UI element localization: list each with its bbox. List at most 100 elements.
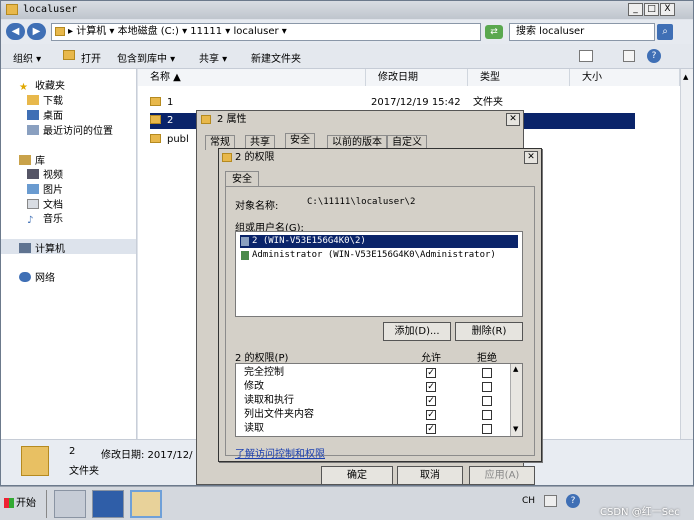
permission-row: 读取 ✓: [244, 422, 504, 436]
permission-row: 读取和执行 ✓: [244, 394, 504, 408]
go-icon[interactable]: ⇄: [485, 25, 503, 39]
permission-row: 列出文件夹内容 ✓: [244, 408, 504, 422]
title-bar[interactable]: localuser _ □ X: [1, 1, 693, 19]
nav-music[interactable]: ♪ 音乐: [27, 210, 63, 226]
powershell-icon[interactable]: [92, 490, 124, 518]
tab-security[interactable]: 安全: [225, 171, 259, 187]
column-name[interactable]: 名称 ▲: [138, 69, 366, 86]
allow-checkbox[interactable]: ✓: [426, 424, 436, 434]
search-input[interactable]: 搜索 localuser: [509, 23, 655, 41]
explorer-taskbar-icon[interactable]: [130, 490, 162, 518]
minimize-button[interactable]: _: [628, 3, 643, 16]
documents-icon: [27, 199, 39, 209]
input-language[interactable]: CH: [522, 496, 535, 506]
deny-header: 拒绝: [477, 353, 497, 364]
admin-user-icon: [241, 251, 249, 260]
watermark: CSDN @红一Sec: [600, 507, 680, 518]
object-name-value: C:\11111\localuser\2: [307, 197, 416, 207]
properties-title: 2 属性: [217, 114, 247, 125]
nav-favorites[interactable]: ★ 收藏夹: [19, 77, 65, 93]
address-path: ▸ 计算机 ▾ 本地磁盘 (C:) ▾ 11111 ▾ localuser ▾: [68, 26, 287, 37]
cancel-button[interactable]: 取消: [397, 466, 463, 485]
deny-checkbox[interactable]: [482, 410, 492, 420]
folder-icon: [55, 27, 65, 36]
new-folder-button[interactable]: 新建文件夹: [251, 50, 301, 65]
folder-icon: [150, 115, 161, 124]
navigation-pane: ★ 收藏夹 下载 桌面 最近访问的位置 库 视频 图片 文档 ♪ 音乐 计算机 网络: [1, 69, 137, 439]
share-button[interactable]: 共享 ▾: [199, 50, 227, 65]
nav-network[interactable]: 网络: [19, 269, 55, 284]
help-tray-icon[interactable]: ?: [566, 494, 580, 508]
permissions-dialog: 2 的权限 ✕ 安全 对象名称: C:\11111\localuser\2 组或…: [218, 148, 542, 462]
object-name-label: 对象名称:: [235, 201, 279, 212]
add-button[interactable]: 添加(D)...: [383, 322, 451, 341]
close-button[interactable]: X: [660, 3, 675, 16]
nav-recent[interactable]: 最近访问的位置: [27, 122, 113, 137]
address-input[interactable]: ▸ 计算机 ▾ 本地磁盘 (C:) ▾ 11111 ▾ localuser ▾: [51, 23, 481, 41]
column-date[interactable]: 修改日期: [366, 69, 468, 86]
scroll-up-icon[interactable]: ▲: [513, 365, 518, 373]
keyboard-icon[interactable]: [544, 495, 557, 507]
preview-pane-icon[interactable]: [623, 50, 635, 62]
column-size[interactable]: 大小: [570, 69, 680, 86]
search-icon[interactable]: ⌕: [657, 24, 673, 40]
deny-checkbox[interactable]: [482, 382, 492, 392]
address-bar-row: ◀ ▶ ▸ 计算机 ▾ 本地磁盘 (C:) ▾ 11111 ▾ localuse…: [1, 20, 693, 44]
taskbar: 开始 CH ? CSDN @红一Sec: [0, 486, 694, 520]
start-button[interactable]: 开始: [2, 492, 40, 516]
libraries-icon: [19, 155, 31, 165]
properties-close-button[interactable]: ✕: [506, 113, 520, 126]
ok-button[interactable]: 确定: [321, 466, 393, 485]
maximize-button[interactable]: □: [644, 3, 659, 16]
nav-pictures[interactable]: 图片: [27, 181, 63, 196]
nav-computer[interactable]: 计算机: [19, 240, 65, 255]
nav-documents[interactable]: 文档: [27, 196, 63, 211]
recent-places-icon: [27, 125, 39, 135]
windows-logo-icon: [4, 498, 14, 508]
permission-row: 修改 ✓: [244, 380, 504, 394]
details-name: 2: [69, 446, 76, 457]
allow-checkbox[interactable]: ✓: [426, 396, 436, 406]
nav-downloads[interactable]: 下载: [27, 92, 63, 107]
computer-icon: [19, 243, 31, 253]
command-toolbar: 组织 ▾ 打开 包含到库中 ▾ 共享 ▾ 新建文件夹 ?: [1, 44, 693, 69]
open-button[interactable]: 打开: [81, 50, 101, 65]
folder-icon: [150, 134, 161, 143]
downloads-icon: [27, 95, 39, 105]
deny-checkbox[interactable]: [482, 368, 492, 378]
organize-button[interactable]: 组织 ▾: [13, 50, 41, 65]
allow-checkbox[interactable]: ✓: [426, 382, 436, 392]
remove-button[interactable]: 删除(R): [455, 322, 523, 341]
include-library-button[interactable]: 包含到库中 ▾: [117, 50, 175, 65]
group-item-selected[interactable]: 2 (WIN-V53E156G4K0\2): [240, 235, 518, 248]
allow-checkbox[interactable]: ✓: [426, 410, 436, 420]
taskbar-divider: [46, 490, 47, 518]
scroll-down-icon[interactable]: ▼: [513, 425, 518, 433]
column-type[interactable]: 类型: [468, 69, 570, 86]
permissions-label: 2 的权限(P): [235, 353, 289, 364]
group-list: 2 (WIN-V53E156G4K0\2) Administrator (WIN…: [235, 231, 523, 317]
scroll-up-icon[interactable]: ▲: [683, 73, 688, 81]
desktop-icon: [27, 110, 39, 120]
nav-videos[interactable]: 视频: [27, 166, 63, 181]
deny-checkbox[interactable]: [482, 424, 492, 434]
permissions-close-button[interactable]: ✕: [524, 151, 538, 164]
permissions-scrollbar[interactable]: ▲ ▼: [510, 364, 522, 436]
view-options-icon[interactable]: [579, 50, 593, 62]
group-item[interactable]: Administrator (WIN-V53E156G4K0\Administr…: [240, 249, 518, 262]
forward-button[interactable]: ▶: [27, 23, 46, 40]
allow-checkbox[interactable]: ✓: [426, 368, 436, 378]
file-list-scrollbar[interactable]: ▲: [680, 69, 693, 439]
apply-button[interactable]: 应用(A): [469, 466, 535, 485]
learn-access-control-link[interactable]: 了解访问控制和权限: [235, 445, 325, 460]
file-row[interactable]: 1 2017/12/19 15:42 文件夹: [150, 95, 675, 111]
properties-title-bar[interactable]: 2 属性 ✕: [197, 111, 523, 129]
server-manager-icon[interactable]: [54, 490, 86, 518]
permissions-title-bar[interactable]: 2 的权限 ✕: [219, 149, 541, 167]
help-icon[interactable]: ?: [647, 49, 661, 63]
deny-checkbox[interactable]: [482, 396, 492, 406]
nav-desktop[interactable]: 桌面: [27, 107, 63, 122]
permissions-title: 2 的权限: [235, 152, 275, 163]
back-button[interactable]: ◀: [6, 23, 25, 40]
nav-libraries[interactable]: 库: [19, 152, 45, 167]
